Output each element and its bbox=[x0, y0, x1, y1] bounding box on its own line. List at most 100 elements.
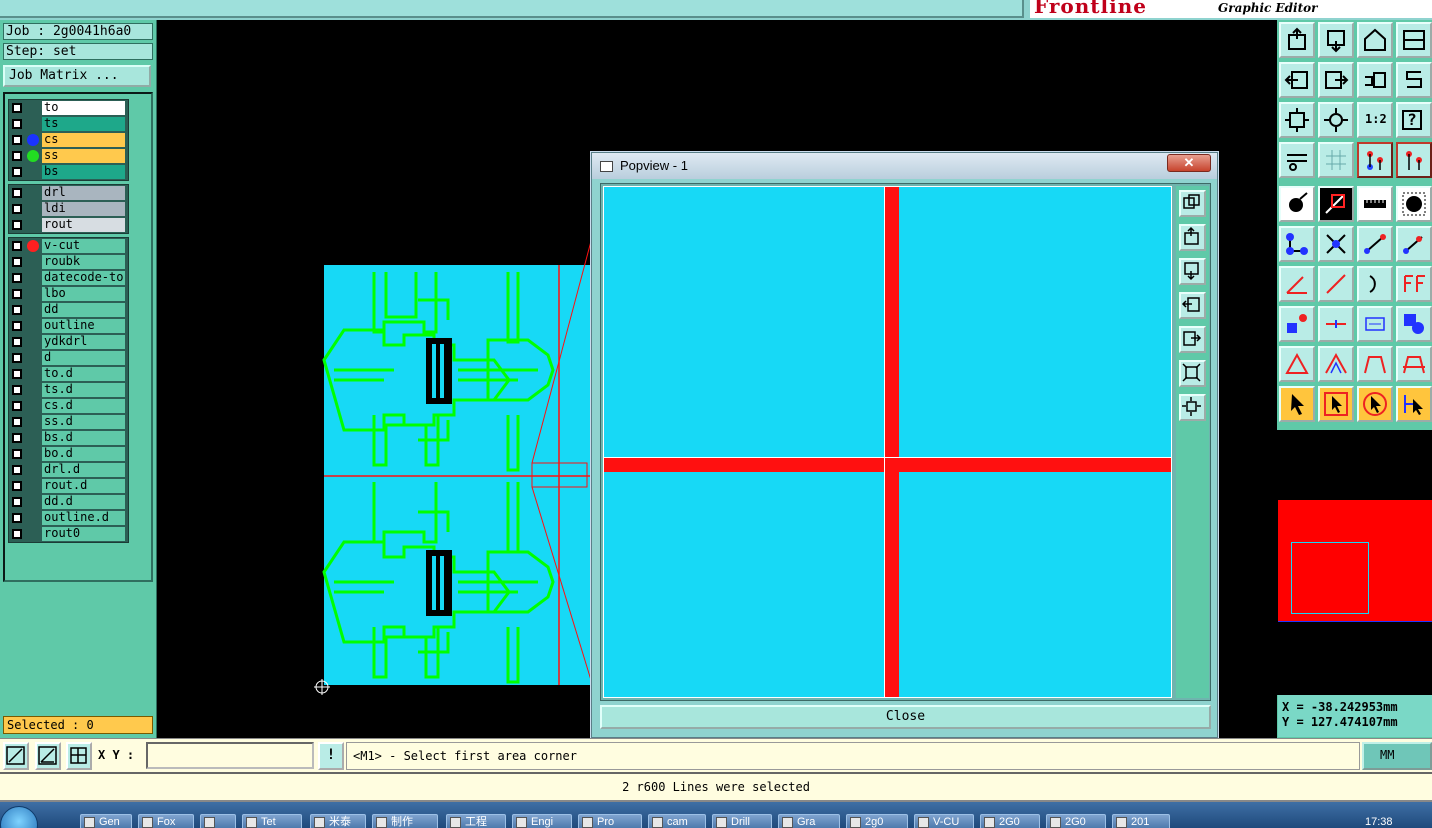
grid-icon[interactable] bbox=[1318, 142, 1354, 178]
select-feature-icon[interactable] bbox=[1279, 186, 1315, 222]
layer-name[interactable]: bs bbox=[42, 165, 125, 179]
taskbar-item[interactable]: V-CU bbox=[914, 814, 974, 828]
snap-alt-icon[interactable] bbox=[1396, 142, 1432, 178]
layer-checkbox[interactable] bbox=[12, 167, 22, 177]
popview-close-button[interactable]: Close bbox=[600, 705, 1211, 729]
layer-name[interactable]: drl bbox=[42, 186, 125, 200]
layer-name[interactable]: ydkdrl bbox=[42, 335, 125, 349]
taskbar-item[interactable]: Pro bbox=[578, 814, 642, 828]
layer-row-rout[interactable]: rout bbox=[9, 217, 128, 233]
execute-button[interactable]: ! bbox=[318, 742, 344, 770]
snap-mode-icon[interactable] bbox=[3, 742, 29, 770]
layer-checkbox[interactable] bbox=[12, 401, 22, 411]
help-icon[interactable]: ? bbox=[1396, 102, 1432, 138]
start-button[interactable] bbox=[0, 806, 38, 828]
taskbar-item[interactable]: 2G0 bbox=[1046, 814, 1106, 828]
layer-checkbox[interactable] bbox=[12, 321, 22, 331]
layer-name[interactable]: lbo bbox=[42, 287, 125, 301]
layer-checkbox[interactable] bbox=[12, 103, 22, 113]
pad-icon[interactable] bbox=[1396, 186, 1432, 222]
layer-row-ss.d[interactable]: ss.d bbox=[9, 414, 128, 430]
layer-name[interactable]: drl.d bbox=[42, 463, 125, 477]
layer-name[interactable]: rout.d bbox=[42, 479, 125, 493]
layer-name[interactable]: to.d bbox=[42, 367, 125, 381]
layer-row-to[interactable]: to bbox=[9, 100, 128, 116]
angle-mode-icon[interactable] bbox=[35, 742, 61, 770]
layer-row-ss[interactable]: ss bbox=[9, 148, 128, 164]
pan-left-icon[interactable] bbox=[1279, 62, 1315, 98]
arch-icon[interactable] bbox=[1357, 346, 1393, 382]
taskbar-item[interactable]: Engi bbox=[512, 814, 572, 828]
layer-checkbox[interactable] bbox=[12, 417, 22, 427]
taskbar-item[interactable]: Tet bbox=[242, 814, 302, 828]
pointer-net-icon[interactable] bbox=[1396, 386, 1432, 422]
overview-map[interactable] bbox=[1277, 430, 1432, 695]
layer-row-drl.d[interactable]: drl.d bbox=[9, 462, 128, 478]
layer-checkbox[interactable] bbox=[12, 513, 22, 523]
overview-view-rect[interactable] bbox=[1291, 542, 1369, 614]
pv-pan-down-icon[interactable] bbox=[1179, 258, 1206, 285]
pv-copy-icon[interactable] bbox=[1179, 190, 1206, 217]
line-mid-icon[interactable] bbox=[1396, 226, 1432, 262]
layer-name[interactable]: dd bbox=[42, 303, 125, 317]
settings-icon[interactable] bbox=[1279, 142, 1315, 178]
home-view-icon[interactable] bbox=[1357, 22, 1393, 58]
undo-view-icon[interactable] bbox=[1357, 62, 1393, 98]
layer-row-dd.d[interactable]: dd.d bbox=[9, 494, 128, 510]
pointer-icon[interactable] bbox=[1279, 386, 1315, 422]
layer-checkbox[interactable] bbox=[12, 529, 22, 539]
layer-checkbox[interactable] bbox=[12, 220, 22, 230]
layer-name[interactable]: ts.d bbox=[42, 383, 125, 397]
layer-row-roubk[interactable]: roubk bbox=[9, 254, 128, 270]
layer-checkbox[interactable] bbox=[12, 135, 22, 145]
taskbar-item[interactable]: Drill bbox=[712, 814, 772, 828]
pv-zoom-in-icon[interactable] bbox=[1179, 394, 1206, 421]
taskbar-item[interactable]: 2g0 bbox=[846, 814, 908, 828]
layer-row-to.d[interactable]: to.d bbox=[9, 366, 128, 382]
layer-row-rout.d[interactable]: rout.d bbox=[9, 478, 128, 494]
taskbar-item[interactable]: 制作 bbox=[372, 814, 438, 828]
layer-name[interactable]: rout0 bbox=[42, 527, 125, 541]
layer-checkbox[interactable] bbox=[12, 369, 22, 379]
arch-alt-icon[interactable] bbox=[1396, 346, 1432, 382]
taskbar-item[interactable]: 米泰 bbox=[310, 814, 366, 828]
zoom-fit-icon[interactable] bbox=[1279, 102, 1315, 138]
layer-row-outline[interactable]: outline bbox=[9, 318, 128, 334]
angle-icon[interactable] bbox=[1279, 266, 1315, 302]
layer-row-drl[interactable]: drl bbox=[9, 185, 128, 201]
layer-row-outline.d[interactable]: outline.d bbox=[9, 510, 128, 526]
peak-icon[interactable] bbox=[1318, 346, 1354, 382]
popview-titlebar[interactable]: Popview - 1 ✕ bbox=[592, 153, 1217, 179]
layer-row-d[interactable]: d bbox=[9, 350, 128, 366]
layer-checkbox[interactable] bbox=[12, 119, 22, 129]
layer-checkbox[interactable] bbox=[12, 289, 22, 299]
ruler-icon[interactable] bbox=[1357, 186, 1393, 222]
layer-row-datecode-to[interactable]: datecode-to bbox=[9, 270, 128, 286]
layer-checkbox[interactable] bbox=[12, 465, 22, 475]
measure-icon[interactable] bbox=[1318, 186, 1354, 222]
text-f-icon[interactable] bbox=[1396, 266, 1432, 302]
layer-row-ts[interactable]: ts bbox=[9, 116, 128, 132]
layer-checkbox[interactable] bbox=[12, 257, 22, 267]
layer-row-ydkdrl[interactable]: ydkdrl bbox=[9, 334, 128, 350]
redraw-icon[interactable] bbox=[1396, 62, 1432, 98]
layer-row-dd[interactable]: dd bbox=[9, 302, 128, 318]
arc-icon[interactable] bbox=[1357, 266, 1393, 302]
zoom-ratio-button[interactable]: 1:2 bbox=[1357, 102, 1393, 138]
layer-checkbox[interactable] bbox=[12, 433, 22, 443]
popview-viewport[interactable] bbox=[603, 186, 1172, 698]
job-matrix-button[interactable]: Job Matrix ... bbox=[3, 65, 151, 87]
layer-name[interactable]: bs.d bbox=[42, 431, 125, 445]
layer-name[interactable]: ldi bbox=[42, 202, 125, 216]
pan-right-icon[interactable] bbox=[1318, 62, 1354, 98]
layer-row-lbo[interactable]: lbo bbox=[9, 286, 128, 302]
xy-input[interactable] bbox=[146, 742, 314, 769]
units-select[interactable]: MM bbox=[1362, 742, 1432, 770]
layer-checkbox[interactable] bbox=[12, 449, 22, 459]
layer-name[interactable]: v-cut bbox=[42, 239, 125, 253]
layer-name[interactable]: ts bbox=[42, 117, 125, 131]
cross-node-icon[interactable] bbox=[1318, 226, 1354, 262]
taskbar-item[interactable] bbox=[200, 814, 236, 828]
layer-name[interactable]: datecode-to bbox=[42, 271, 125, 285]
layer-name[interactable]: dd.d bbox=[42, 495, 125, 509]
